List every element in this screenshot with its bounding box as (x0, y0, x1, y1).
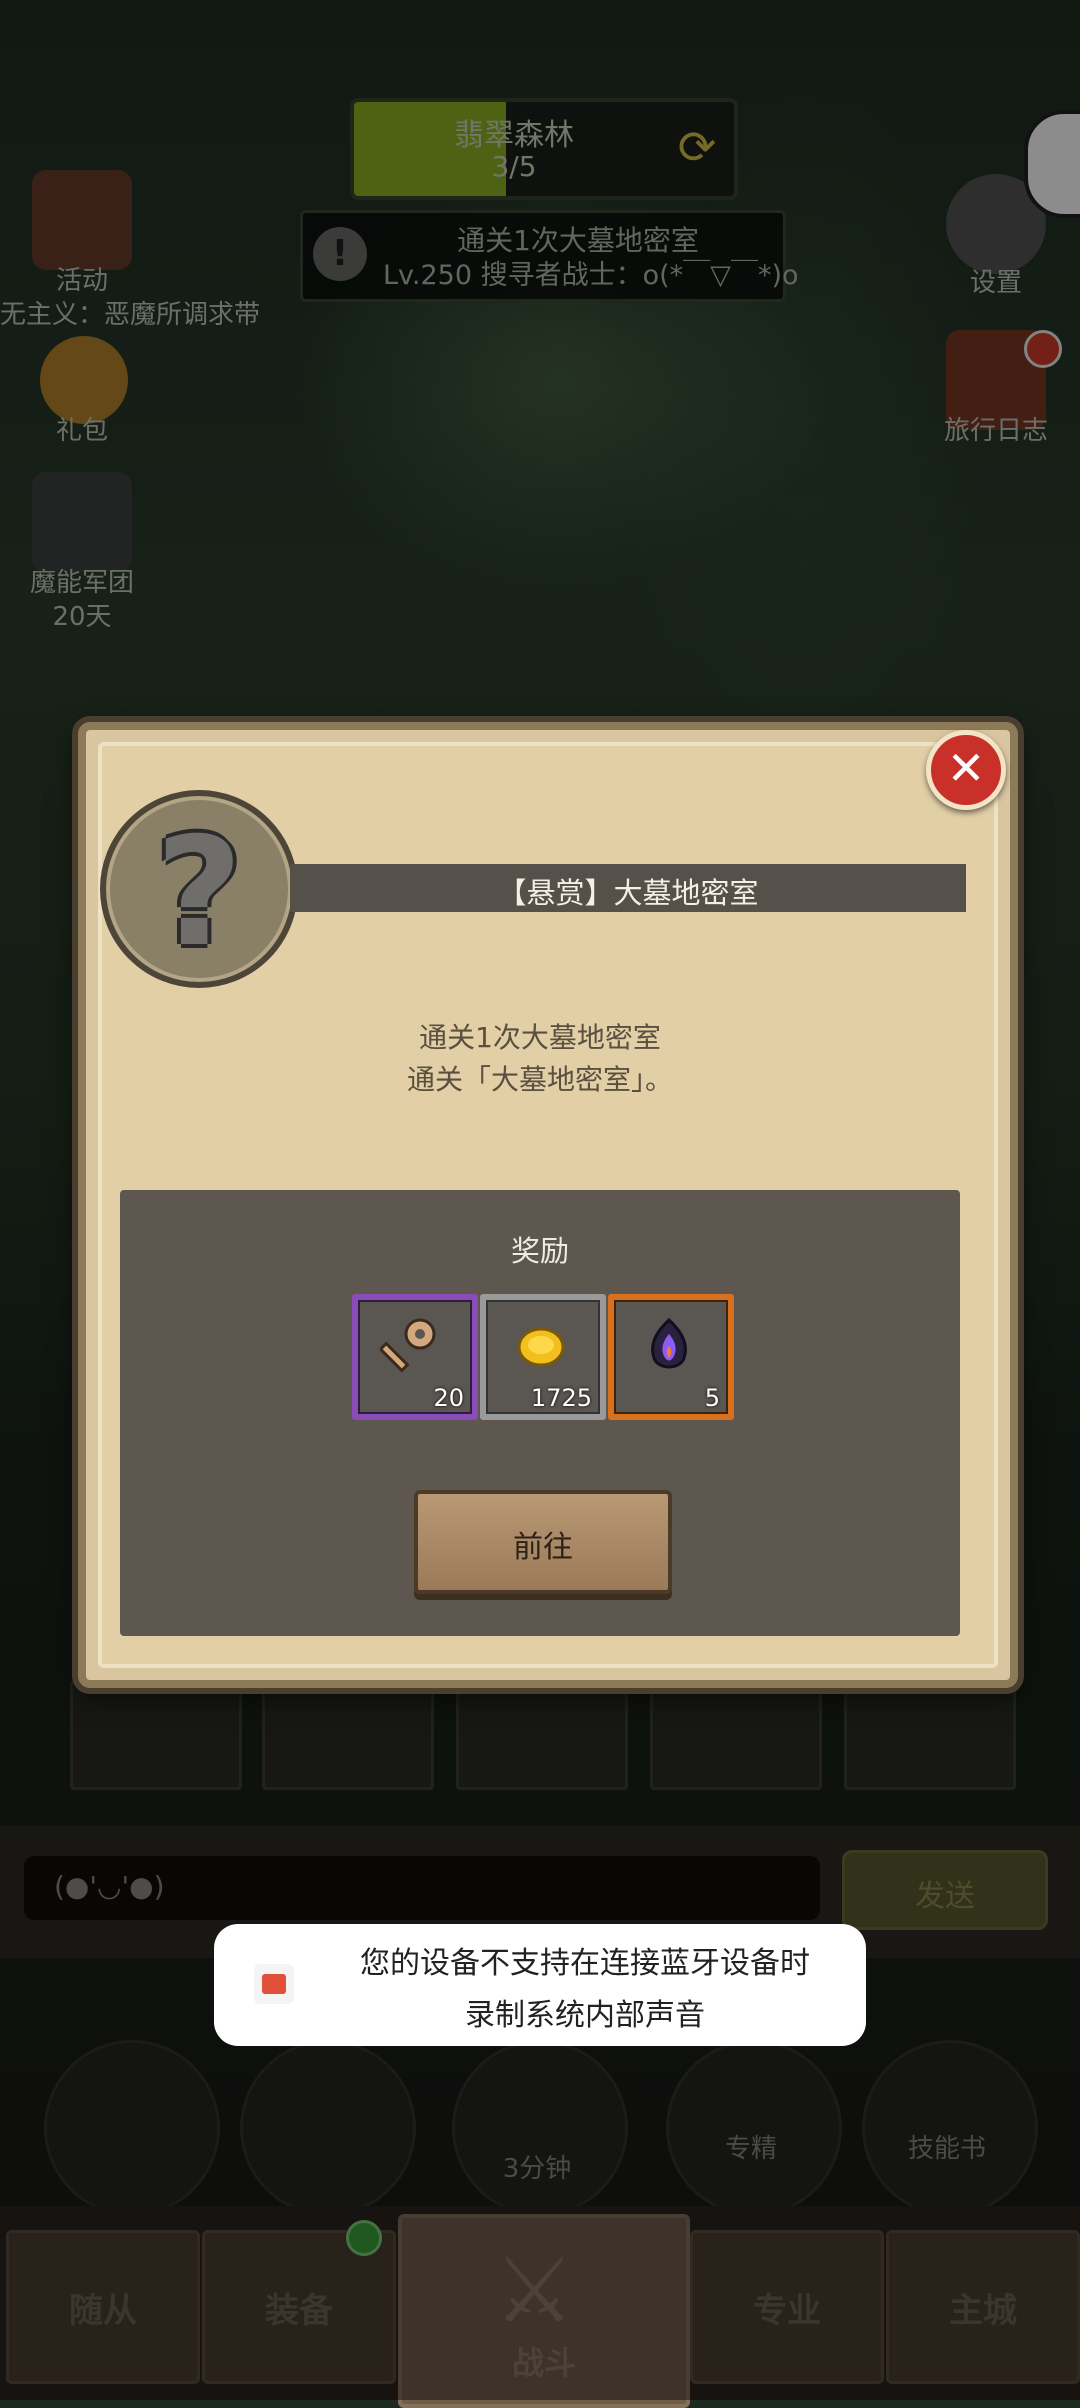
reward-title: 奖励 (510, 1234, 569, 1268)
screen-recorder-icon (254, 1964, 294, 2004)
go-button[interactable]: 前往 (414, 1490, 672, 1594)
reward-panel: 奖励 20 1725 5 前往 (120, 1190, 960, 1636)
reward-count: 1725 (530, 1384, 592, 1412)
quest-avatar: ? (100, 790, 298, 988)
purple-gem-icon (651, 1317, 687, 1369)
gold-coin-icon (517, 1327, 565, 1367)
go-button-label: 前往 (513, 1530, 573, 1565)
reward-count: 20 (433, 1384, 464, 1412)
toast-line1: 您的设备不支持在连接蓝牙设备时 (360, 1946, 810, 1981)
reward-slot[interactable]: 1725 (480, 1294, 606, 1420)
reward-count: 5 (704, 1384, 720, 1412)
dialog-title-band: 【悬赏】大墓地密室 (290, 864, 966, 912)
dialog-title: 【悬赏】大墓地密室 (497, 876, 759, 910)
reward-slot[interactable]: 20 (352, 1294, 478, 1420)
close-button[interactable]: ✕ (926, 730, 1006, 810)
system-toast: 您的设备不支持在连接蓝牙设备时 录制系统内部声音 (214, 1924, 866, 2046)
close-icon: ✕ (946, 741, 986, 795)
reward-slot[interactable]: 5 (608, 1294, 734, 1420)
quest-description-line1: 通关1次大墓地密室 (419, 1021, 661, 1054)
key-icon (380, 1318, 436, 1373)
question-mark-icon: ? (155, 806, 243, 980)
quest-description-line2: 通关「大墓地密室」。 (406, 1063, 673, 1096)
toast-line2: 录制系统内部声音 (465, 1998, 705, 2033)
